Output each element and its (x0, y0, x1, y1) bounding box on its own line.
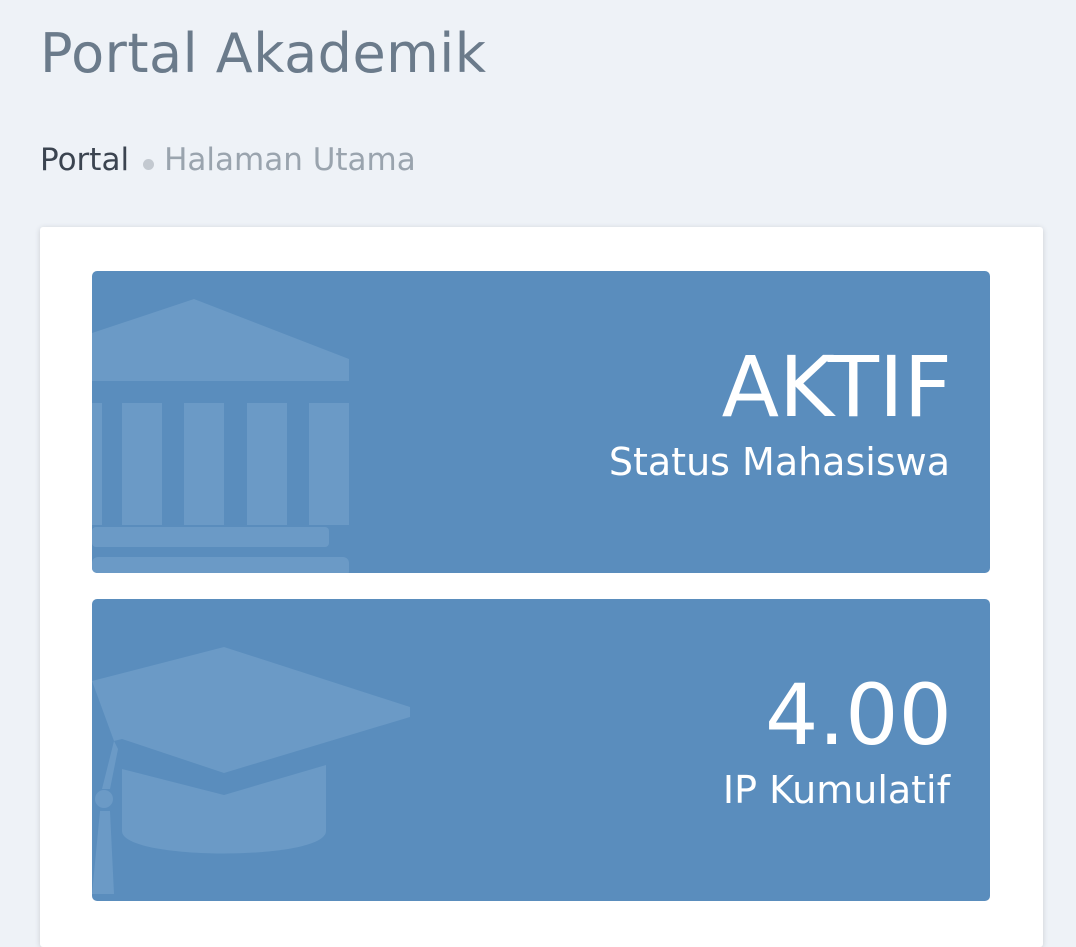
page-title: Portal Akademik (40, 22, 487, 85)
breadcrumb-current: Halaman Utama (164, 142, 416, 178)
graduation-cap-icon (92, 647, 410, 894)
dashboard-card: AKTIF Status Mahasiswa 4.00 IP Kumulatif (40, 227, 1043, 947)
student-status-tile[interactable]: AKTIF Status Mahasiswa (92, 271, 990, 573)
breadcrumb-link-portal[interactable]: Portal (40, 142, 129, 178)
gpa-value: 4.00 (764, 666, 952, 764)
student-status-value: AKTIF (721, 338, 952, 436)
student-status-label: Status Mahasiswa (608, 440, 950, 484)
breadcrumb-separator-dot (143, 158, 155, 170)
gpa-tile[interactable]: 4.00 IP Kumulatif (92, 599, 990, 901)
university-building-icon (92, 299, 349, 573)
breadcrumb: Portal Halaman Utama (40, 142, 416, 178)
gpa-label: IP Kumulatif (722, 768, 950, 812)
